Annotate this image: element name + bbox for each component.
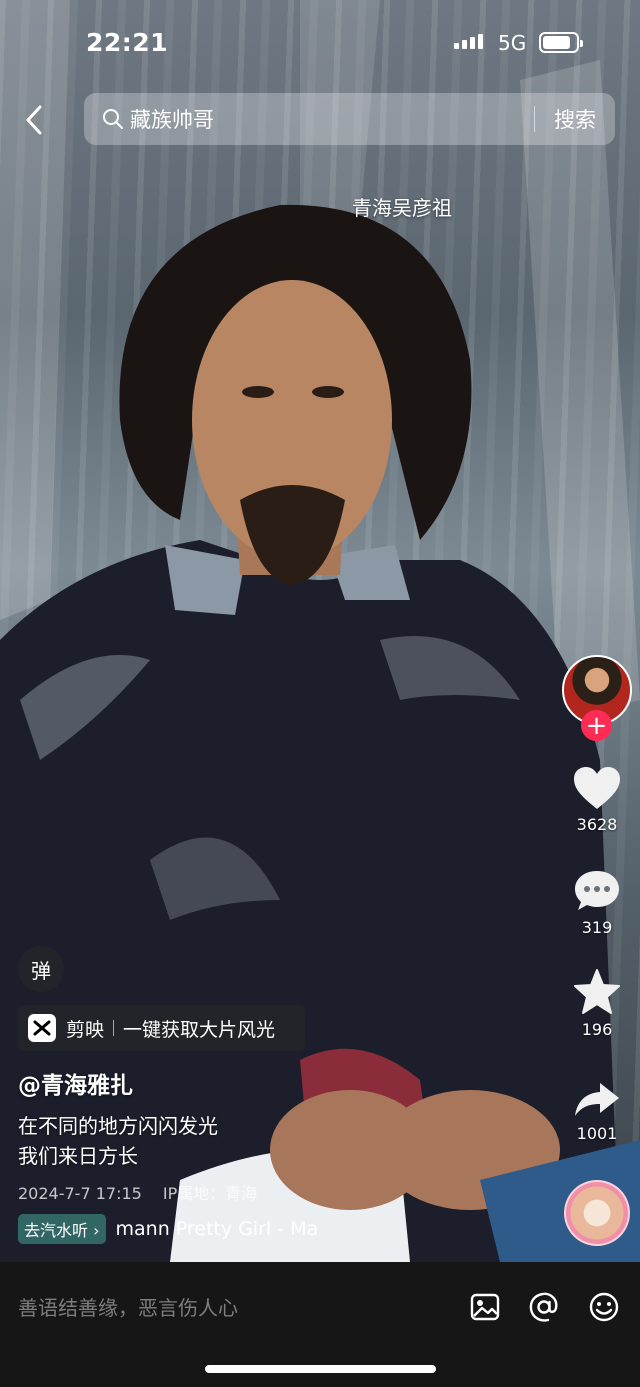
favorite-button[interactable]: 196 (565, 968, 629, 1039)
comment-button[interactable]: 319 (565, 868, 629, 937)
capcut-logo-icon (28, 1014, 56, 1042)
search-query[interactable]: 藏族帅哥 (130, 104, 534, 134)
follow-button[interactable]: + (581, 710, 612, 741)
capcut-separator (113, 1020, 115, 1036)
comment-bubble-icon (575, 871, 619, 910)
status-time: 22:21 (86, 28, 169, 57)
heart-icon (574, 767, 620, 809)
chevron-left-icon[interactable] (22, 103, 48, 137)
share-button[interactable]: 1001 (565, 1080, 629, 1143)
home-indicator (205, 1365, 436, 1373)
share-count: 1001 (576, 1124, 618, 1143)
comment-input[interactable]: 善语结善缘，恶言伤人心 (18, 1292, 238, 1321)
favorite-count: 196 (581, 1020, 613, 1039)
like-button[interactable]: 3628 (565, 765, 629, 834)
author-name[interactable]: @青海雅扎 (18, 1066, 133, 1100)
at-icon[interactable] (527, 1290, 561, 1324)
qishui-tag[interactable]: 去汽水听 › (18, 1214, 106, 1244)
battery-icon (539, 32, 583, 53)
search-bar[interactable]: 藏族帅哥 搜索 (84, 93, 615, 145)
post-location: IP属地：青海 (162, 1184, 258, 1203)
image-icon[interactable] (468, 1290, 502, 1324)
music-row[interactable]: 去汽水听 › mann Pretty Girl - Ma (18, 1214, 378, 1244)
emoji-icon[interactable] (587, 1290, 621, 1324)
comment-bar: 善语结善缘，恶言伤人心 (0, 1262, 640, 1387)
signal-icon (454, 34, 483, 49)
star-icon (574, 969, 620, 1014)
music-title: mann Pretty Girl - Ma (115, 1218, 319, 1240)
capcut-banner[interactable]: 剪映 一键获取大片风光 (18, 1005, 305, 1051)
like-count: 3628 (576, 815, 618, 834)
search-button[interactable]: 搜索 (535, 104, 615, 134)
post-date: 2024-7-7 17:15 (18, 1184, 142, 1203)
network-type: 5G (498, 31, 527, 55)
description-line-2: 我们来日方长 (18, 1144, 138, 1168)
video-caption: 青海吴彦祖 (352, 196, 452, 220)
capcut-text: 一键获取大片风光 (123, 1018, 276, 1041)
danmu-toggle[interactable]: 弹 (18, 946, 64, 992)
post-meta: 2024-7-7 17:15 IP属地：青海 (18, 1180, 257, 1204)
search-icon (103, 109, 123, 129)
comment-count: 319 (581, 918, 613, 937)
music-disc[interactable] (564, 1180, 630, 1246)
share-arrow-icon (575, 1083, 619, 1116)
description-line-1: 在不同的地方闪闪发光 (18, 1114, 218, 1138)
capcut-brand: 剪映 (66, 1018, 105, 1041)
